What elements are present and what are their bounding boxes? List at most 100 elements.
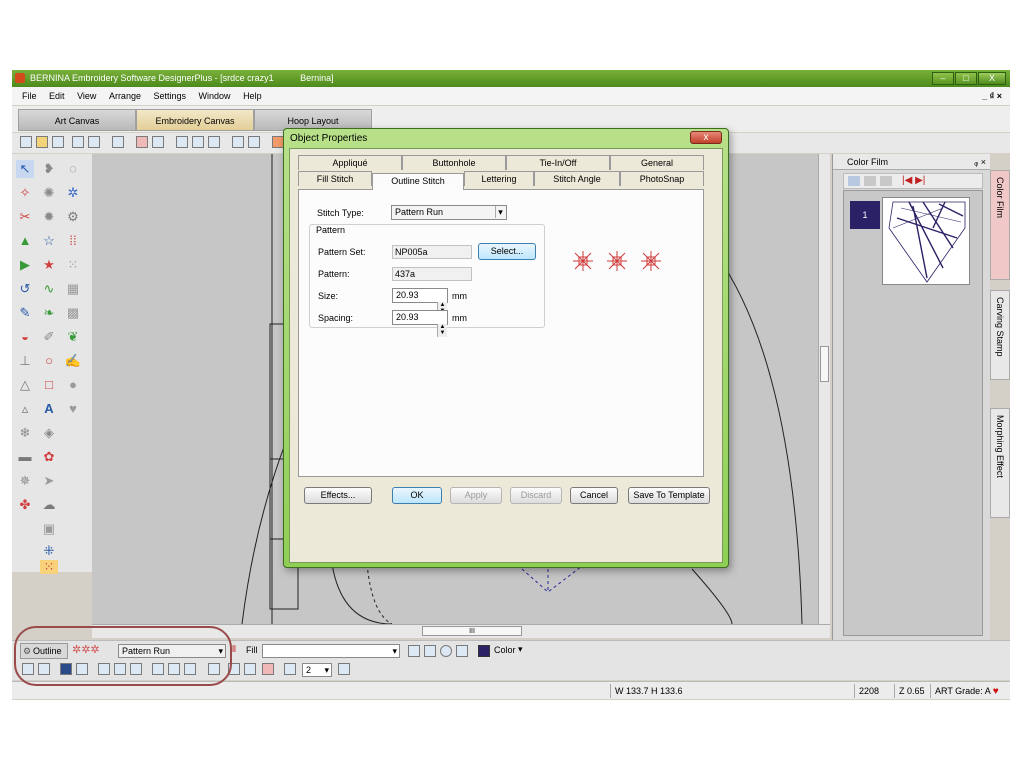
lettering-icon[interactable]: A — [40, 400, 58, 418]
repeat-count-field[interactable]: 2 ▾ — [302, 663, 332, 677]
cross-stitch-icon[interactable]: ✲ — [64, 184, 82, 202]
repeat-icon[interactable] — [284, 663, 296, 675]
trim-icon[interactable] — [440, 645, 452, 657]
discard-button[interactable]: Discard — [510, 487, 562, 504]
curve-tool-icon[interactable]: ∿ — [40, 280, 58, 298]
triangle-icon[interactable]: ▲ — [16, 232, 34, 250]
size-spinner[interactable]: 20.93 ▲▼ — [392, 288, 448, 315]
colorful-icon[interactable]: ✤ — [16, 496, 34, 514]
mesh-icon[interactable]: ▦ — [64, 280, 82, 298]
tab-photosnap[interactable]: PhotoSnap — [620, 171, 704, 186]
effects-button[interactable]: Effects... — [304, 487, 372, 504]
dice-icon[interactable]: ⁙ — [40, 560, 58, 574]
outline-star-icon[interactable]: ☆ — [40, 232, 58, 250]
reshape-tool-icon[interactable]: ❥ — [40, 160, 58, 178]
stitch-type-icon[interactable] — [408, 645, 420, 657]
lasso-red-icon[interactable]: ◒ — [16, 328, 34, 346]
texture-icon[interactable]: ▩ — [64, 304, 82, 322]
menu-window[interactable]: Window — [199, 91, 231, 101]
heart-icon[interactable]: ♥ — [64, 400, 82, 418]
apply-button[interactable]: Apply — [450, 487, 502, 504]
copy-icon[interactable] — [192, 136, 204, 148]
print-preview-icon[interactable] — [88, 136, 100, 148]
film-nav-icon[interactable]: |◀ ▶| — [902, 175, 925, 186]
tab-tie-in-off[interactable]: Tie-In/Off — [506, 155, 610, 170]
stitch-edit-icon[interactable]: ✧ — [16, 184, 34, 202]
arrow-shape-icon[interactable]: ➤ — [40, 472, 58, 490]
tab-lettering[interactable]: Lettering — [464, 171, 534, 186]
menu-arrange[interactable]: Arrange — [109, 91, 141, 101]
send-icon[interactable] — [136, 136, 148, 148]
menu-edit[interactable]: Edit — [49, 91, 65, 101]
applique-icon[interactable]: ▵ — [16, 400, 34, 418]
knife-icon[interactable]: ✂ — [16, 208, 34, 226]
tab-stitch-angle[interactable]: Stitch Angle — [534, 171, 620, 186]
sparkle-icon[interactable]: ✵ — [16, 472, 34, 490]
save-to-template-button[interactable]: Save To Template — [628, 487, 710, 504]
film-sort-icon[interactable] — [864, 176, 876, 186]
flower-icon[interactable]: ✿ — [40, 448, 58, 466]
minimize-button[interactable]: – — [932, 72, 954, 85]
horizontal-scroll-thumb[interactable]: III — [422, 626, 522, 636]
star-icon[interactable]: ★ — [40, 256, 58, 274]
child-window-controls[interactable]: _ ₫ × — [982, 87, 1002, 105]
ok-button[interactable]: OK — [392, 487, 442, 504]
select-pattern-button[interactable]: Select... — [478, 243, 536, 260]
print-icon[interactable] — [72, 136, 84, 148]
vertical-scrollbar[interactable] — [818, 154, 830, 624]
color-chevron-icon[interactable]: ▾ — [518, 644, 523, 655]
brush-icon[interactable]: ✍ — [64, 352, 82, 370]
color-film-pin-close[interactable]: ᵩ × — [974, 154, 986, 170]
rotate-icon[interactable]: ↺ — [16, 280, 34, 298]
color-swatch[interactable]: 1 — [850, 201, 880, 229]
lasso-tool-icon[interactable]: ◌ — [64, 160, 82, 178]
cross-pattern-icon[interactable]: ⁜ — [40, 542, 58, 560]
save-icon[interactable] — [52, 136, 64, 148]
film-list-icon[interactable] — [880, 176, 892, 186]
menu-view[interactable]: View — [77, 91, 96, 101]
dot-matrix-icon[interactable]: ⁙ — [64, 256, 82, 274]
cut-icon[interactable] — [176, 136, 188, 148]
gear-icon[interactable]: ✺ — [40, 184, 58, 202]
fill-type-select[interactable]: ▾ — [262, 644, 400, 658]
tab-art-canvas[interactable]: Art Canvas — [18, 109, 136, 131]
fern-icon[interactable]: ❦ — [64, 328, 82, 346]
spacing-spinner[interactable]: 20.93 ▲ ▼ — [392, 310, 448, 337]
tab-applique[interactable]: Appliqué — [298, 155, 402, 170]
rectangle-icon[interactable]: □ — [40, 376, 58, 394]
density-icon[interactable] — [456, 645, 468, 657]
spacing-spin-arrows-icon[interactable]: ▲ ▼ — [437, 324, 447, 337]
play-shape-icon[interactable]: ▶ — [16, 256, 34, 274]
menu-file[interactable]: File — [22, 91, 37, 101]
leaf-icon[interactable]: ❧ — [40, 304, 58, 322]
color-label[interactable]: Color — [494, 645, 516, 655]
new-icon[interactable] — [20, 136, 32, 148]
mirror-vertical-icon[interactable] — [244, 663, 256, 675]
sphere-icon[interactable]: ● — [64, 376, 82, 394]
gray-box-icon[interactable]: ▬ — [16, 448, 34, 466]
color-swatch-box[interactable] — [478, 645, 490, 657]
export-icon[interactable] — [112, 136, 124, 148]
side-tab-carving-stamp[interactable]: Carving Stamp — [990, 290, 1010, 380]
tab-outline-stitch[interactable]: Outline Stitch — [372, 173, 464, 190]
side-tab-color-film[interactable]: Color Film — [990, 170, 1010, 280]
pencil-box-icon[interactable]: ✎ — [16, 304, 34, 322]
tie-icon[interactable] — [424, 645, 436, 657]
snowflake-icon[interactable]: ❄ — [16, 424, 34, 442]
menu-help[interactable]: Help — [243, 91, 262, 101]
dialog-close-button[interactable]: x — [690, 131, 722, 144]
cog-icon[interactable]: ⚙ — [64, 208, 82, 226]
measure-icon[interactable]: ⊥ — [16, 352, 34, 370]
cancel-button[interactable]: Cancel — [570, 487, 618, 504]
fill-label[interactable]: Fill — [246, 645, 258, 655]
close-button[interactable]: X — [978, 72, 1006, 85]
undo-icon[interactable] — [232, 136, 244, 148]
write-card-icon[interactable] — [152, 136, 164, 148]
vertical-scroll-thumb[interactable] — [820, 346, 829, 382]
maximize-button[interactable]: □ — [955, 72, 977, 85]
side-tab-morphing-effect[interactable]: Morphing Effect — [990, 408, 1010, 518]
film-view-icon[interactable] — [848, 176, 860, 186]
transform-icon[interactable] — [338, 663, 350, 675]
feather-icon[interactable]: ✐ — [40, 328, 58, 346]
select-tool-icon[interactable]: ↖ — [16, 160, 34, 178]
